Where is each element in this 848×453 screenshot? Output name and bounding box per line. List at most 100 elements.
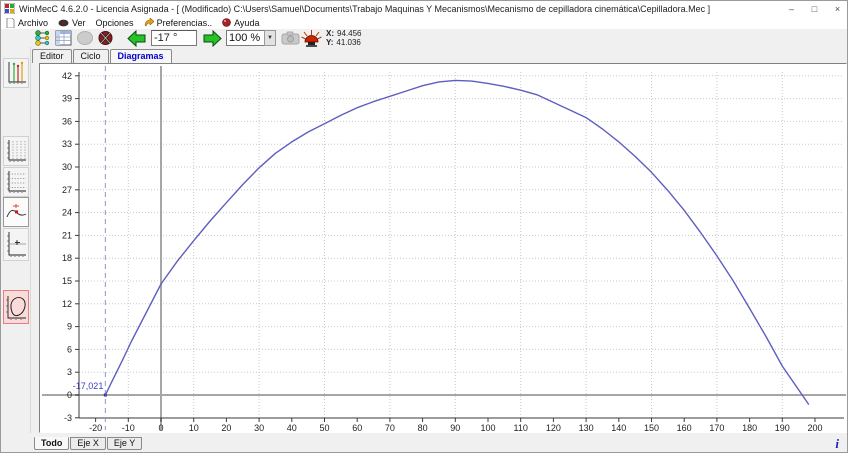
stop-x-icon bbox=[97, 30, 114, 46]
axis-tabs: Todo Eje X Eje Y bbox=[34, 437, 143, 450]
tab-eje-y[interactable]: Eje Y bbox=[107, 437, 142, 450]
tab-editor[interactable]: Editor bbox=[32, 49, 72, 63]
sidebar-curve-marker-button[interactable] bbox=[3, 197, 29, 227]
disabled-run-button bbox=[74, 29, 95, 47]
minimize-button[interactable]: – bbox=[780, 1, 803, 16]
coord-y-value: 41.036 bbox=[336, 38, 360, 47]
y-tick-label: 33 bbox=[62, 139, 72, 149]
maximize-button[interactable]: □ bbox=[803, 1, 826, 16]
y-tick-label: 3 bbox=[67, 367, 72, 377]
menu-preferencias[interactable]: Preferencias.. bbox=[142, 16, 221, 29]
coord-y-label: Y: bbox=[326, 38, 333, 47]
menu-ver[interactable]: Ver bbox=[56, 16, 94, 29]
data-table-button[interactable] bbox=[53, 29, 74, 47]
zoom-combo: ▼ bbox=[226, 30, 276, 46]
main-tabs: Editor Ciclo Diagramas bbox=[32, 48, 173, 63]
diagram-plot[interactable]: -303691215182124273033363942-20-10010203… bbox=[40, 64, 846, 432]
x-tick-label: 30 bbox=[254, 423, 264, 432]
angle-input[interactable] bbox=[151, 30, 197, 46]
snapshot-button-disabled bbox=[280, 29, 301, 47]
x-tick-label: 160 bbox=[677, 423, 692, 432]
app-icon bbox=[4, 3, 15, 14]
angle-increase-button[interactable] bbox=[201, 29, 222, 47]
y-tick-label: 18 bbox=[62, 253, 72, 263]
x-tick-label: 200 bbox=[807, 423, 822, 432]
diagram-curve bbox=[105, 80, 808, 404]
y-tick-label: 21 bbox=[62, 230, 72, 240]
cursor-coordinates: X:94.456 Y:41.036 bbox=[326, 29, 361, 47]
arrow-icon bbox=[144, 18, 154, 27]
help-icon bbox=[222, 18, 231, 27]
tab-eje-x[interactable]: Eje X bbox=[70, 437, 106, 450]
tab-diagramas[interactable]: Diagramas bbox=[110, 49, 172, 64]
zoom-input[interactable] bbox=[226, 30, 264, 46]
y-tick-label: 27 bbox=[62, 185, 72, 195]
disabled-circle-icon bbox=[76, 30, 94, 46]
sidebar-horizontal-grid-button[interactable] bbox=[3, 167, 29, 197]
horizontal-gridlines-chart-icon bbox=[5, 169, 27, 195]
y-tick-label: 39 bbox=[62, 94, 72, 104]
linkage-icon bbox=[34, 30, 51, 46]
vertical-gridlines-chart-icon bbox=[5, 138, 27, 164]
x-tick-label: 120 bbox=[546, 423, 561, 432]
sidebar-vertical-grid-button[interactable] bbox=[3, 136, 29, 166]
x-tick-label: 80 bbox=[418, 423, 428, 432]
sidebar-cycle-chart-button[interactable] bbox=[3, 58, 29, 88]
coord-x-label: X: bbox=[326, 29, 334, 38]
x-tick-label: 190 bbox=[775, 423, 790, 432]
x-tick-label: 20 bbox=[221, 423, 231, 432]
zoom-dropdown-button[interactable]: ▼ bbox=[264, 30, 276, 46]
x-tick-label: 100 bbox=[480, 423, 495, 432]
tab-ciclo[interactable]: Ciclo bbox=[73, 49, 109, 63]
menu-opciones[interactable]: Opciones bbox=[94, 16, 142, 29]
y-tick-label: 6 bbox=[67, 344, 72, 354]
x-tick-label: 130 bbox=[579, 423, 594, 432]
cycle-bars-chart-icon bbox=[5, 60, 27, 86]
diagram-panel: -303691215182124273033363942-20-10010203… bbox=[39, 63, 847, 433]
x-tick-label: 60 bbox=[352, 423, 362, 432]
info-icon[interactable]: i bbox=[835, 436, 839, 452]
x-tick-label: 90 bbox=[450, 423, 460, 432]
y-tick-label: 12 bbox=[62, 299, 72, 309]
mechanism-button[interactable] bbox=[32, 29, 53, 47]
sidebar-axes-point-button[interactable] bbox=[3, 228, 29, 261]
menu-ayuda[interactable]: Ayuda bbox=[220, 16, 267, 29]
light-button[interactable] bbox=[301, 29, 322, 47]
coord-x-value: 94.456 bbox=[337, 29, 361, 38]
x-tick-label: 180 bbox=[742, 423, 757, 432]
closed-curve-icon bbox=[5, 292, 27, 322]
stop-button[interactable] bbox=[95, 29, 116, 47]
y-tick-label: 30 bbox=[62, 162, 72, 172]
menu-archivo[interactable]: Archivo bbox=[4, 16, 56, 29]
x-tick-label: 140 bbox=[611, 423, 626, 432]
sidebar-closed-curve-button[interactable] bbox=[3, 290, 29, 324]
arrow-right-icon bbox=[202, 30, 222, 47]
angle-decrease-button[interactable] bbox=[126, 29, 147, 47]
toolbar: ▼ X:94.456 Y:41.036 bbox=[1, 29, 848, 47]
x-tick-label: 170 bbox=[709, 423, 724, 432]
y-tick-label: -3 bbox=[64, 413, 72, 423]
arrow-left-icon bbox=[127, 30, 147, 47]
y-tick-label: 15 bbox=[62, 276, 72, 286]
document-icon bbox=[6, 18, 15, 28]
y-tick-label: 42 bbox=[62, 71, 72, 81]
lamp-icon bbox=[301, 30, 322, 47]
x-tick-label: 0 bbox=[158, 423, 163, 432]
tab-todo[interactable]: Todo bbox=[34, 437, 69, 450]
y-tick-label: 36 bbox=[62, 116, 72, 126]
eye-icon bbox=[58, 19, 69, 27]
x-tick-label: 10 bbox=[189, 423, 199, 432]
x-tick-label: -10 bbox=[122, 423, 135, 432]
axes-point-icon bbox=[5, 230, 27, 259]
x-tick-label: 110 bbox=[514, 423, 528, 432]
menu-bar: Archivo Ver Opciones Preferencias.. Ayud… bbox=[1, 16, 848, 29]
y-tick-label: 0 bbox=[67, 390, 72, 400]
x-tick-label: 150 bbox=[644, 423, 659, 432]
y-tick-label: 24 bbox=[62, 208, 72, 218]
app-window: WinMecC 4.6.2.0 - Licencia Asignada - [ … bbox=[0, 0, 848, 453]
x-tick-label: 40 bbox=[287, 423, 297, 432]
angle-marker-label: -17,021 bbox=[73, 381, 104, 391]
status-bar: Todo Eje X Eje Y i bbox=[1, 433, 848, 453]
title-bar: WinMecC 4.6.2.0 - Licencia Asignada - [ … bbox=[1, 1, 848, 16]
close-button[interactable]: × bbox=[826, 1, 848, 16]
